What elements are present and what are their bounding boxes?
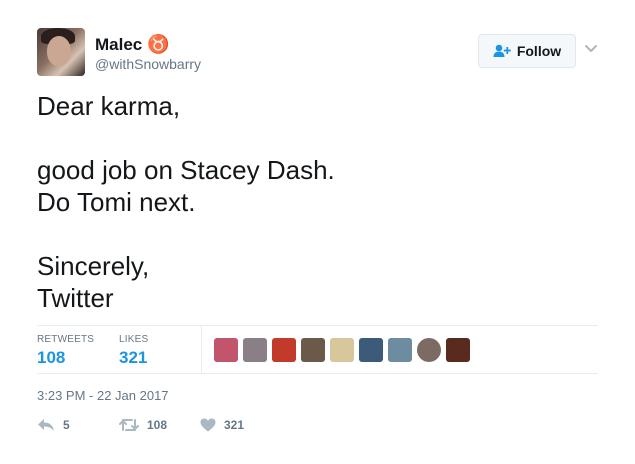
like-count: 321 <box>224 418 245 432</box>
follow-button-label: Follow <box>516 43 562 59</box>
chevron-down-icon[interactable] <box>584 44 598 54</box>
stats-divider <box>201 326 202 373</box>
reply-button[interactable]: 5 <box>37 418 70 432</box>
liker-avatar[interactable] <box>243 338 267 362</box>
tweet-text: Dear karma, good job on Stacey Dash. Do … <box>37 91 335 313</box>
retweets-stat[interactable]: RETWEETS 108 <box>37 334 94 368</box>
liker-avatar[interactable] <box>446 338 470 362</box>
like-button[interactable]: 321 <box>200 418 244 432</box>
tweet-stats: RETWEETS 108 LIKES 321 <box>37 325 598 374</box>
likes-count: 321 <box>119 348 148 367</box>
liker-avatar[interactable] <box>272 338 296 362</box>
likes-stat[interactable]: LIKES 321 <box>119 334 148 368</box>
liker-avatars <box>214 338 470 362</box>
display-name-text: Malec <box>95 35 143 54</box>
tweet-timestamp[interactable]: 3:23 PM - 22 Jan 2017 <box>37 388 169 403</box>
likes-label: LIKES <box>119 334 149 345</box>
retweet-count: 108 <box>147 418 168 432</box>
avatar[interactable] <box>37 28 85 76</box>
reply-count: 5 <box>63 418 70 432</box>
liker-avatar[interactable] <box>214 338 238 362</box>
follow-button[interactable]: Follow <box>478 34 576 68</box>
add-user-icon <box>493 44 511 57</box>
liker-avatar[interactable] <box>330 338 354 362</box>
retweet-button[interactable]: 108 <box>119 418 167 432</box>
taurus-glyph: ♉ <box>147 34 170 54</box>
retweet-icon <box>119 419 139 431</box>
liker-avatar[interactable] <box>301 338 325 362</box>
reply-icon <box>38 419 54 431</box>
retweets-count: 108 <box>37 348 66 367</box>
avatar-face <box>47 36 71 66</box>
liker-avatar[interactable] <box>359 338 383 362</box>
display-name[interactable]: Malec ♉ <box>95 34 170 55</box>
retweets-label: RETWEETS <box>37 334 95 345</box>
liker-avatar[interactable] <box>417 338 441 362</box>
liker-avatar[interactable] <box>388 338 412 362</box>
heart-icon <box>200 418 216 432</box>
user-handle[interactable]: @withSnowbarry <box>95 56 201 72</box>
